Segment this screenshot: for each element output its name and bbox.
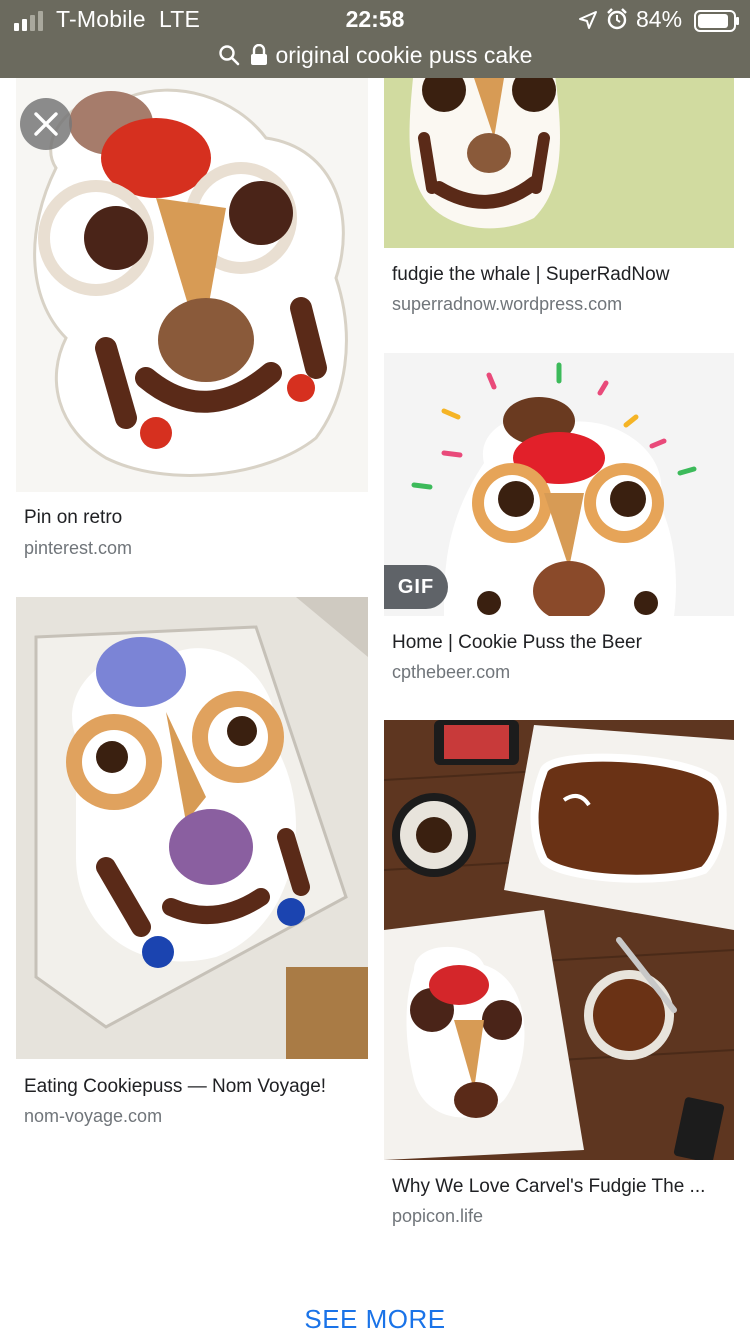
see-more-button[interactable]: SEE MORE bbox=[0, 1304, 750, 1334]
status-bar: T-Mobile LTE 22:58 84% bbox=[0, 0, 750, 40]
result-domain: superradnow.wordpress.com bbox=[392, 294, 623, 314]
cake-in-box-image bbox=[16, 597, 368, 1059]
result-domain: popicon.life bbox=[392, 1206, 484, 1226]
location-icon bbox=[579, 11, 597, 29]
result-title[interactable]: Why We Love Carvel's Fudgie The ... bbox=[392, 1176, 705, 1198]
result-domain: nom-voyage.com bbox=[24, 1106, 163, 1126]
result-domain: pinterest.com bbox=[24, 538, 133, 558]
result-domain: cpthebeer.com bbox=[392, 662, 511, 682]
result-title[interactable]: Home | Cookie Puss the Beer bbox=[392, 632, 642, 654]
result-title[interactable]: fudgie the whale | SuperRadNow bbox=[392, 264, 669, 286]
close-icon bbox=[34, 112, 58, 136]
result-title[interactable]: Pin on retro bbox=[24, 507, 122, 529]
search-icon bbox=[218, 45, 239, 66]
gif-badge: GIF bbox=[384, 565, 448, 609]
battery-percentage: 84% bbox=[636, 6, 683, 32]
carvel-cakes-table-image bbox=[384, 720, 734, 1160]
address-bar[interactable]: original cookie puss cake bbox=[0, 38, 750, 72]
browser-top-bar: T-Mobile LTE 22:58 84% original cookie p… bbox=[0, 0, 750, 78]
lock-icon bbox=[250, 44, 267, 65]
result-image-fudgie-the-whale[interactable] bbox=[384, 78, 734, 248]
image-search-page: T-Mobile LTE 22:58 84% original cookie p… bbox=[0, 0, 750, 1334]
battery-icon bbox=[694, 10, 739, 32]
address-query: original cookie puss cake bbox=[275, 41, 533, 68]
result-title[interactable]: Eating Cookiepuss — Nom Voyage! bbox=[24, 1076, 326, 1098]
close-button[interactable] bbox=[20, 98, 72, 150]
result-image-carvel-fudgie[interactable] bbox=[384, 720, 734, 1160]
result-image-eating-cookiepuss[interactable] bbox=[16, 597, 368, 1059]
fudgie-cake-image bbox=[384, 78, 734, 248]
result-image-pin-on-retro[interactable] bbox=[16, 78, 368, 492]
cookie-puss-cake-image bbox=[16, 78, 368, 492]
alarm-icon bbox=[607, 8, 627, 30]
